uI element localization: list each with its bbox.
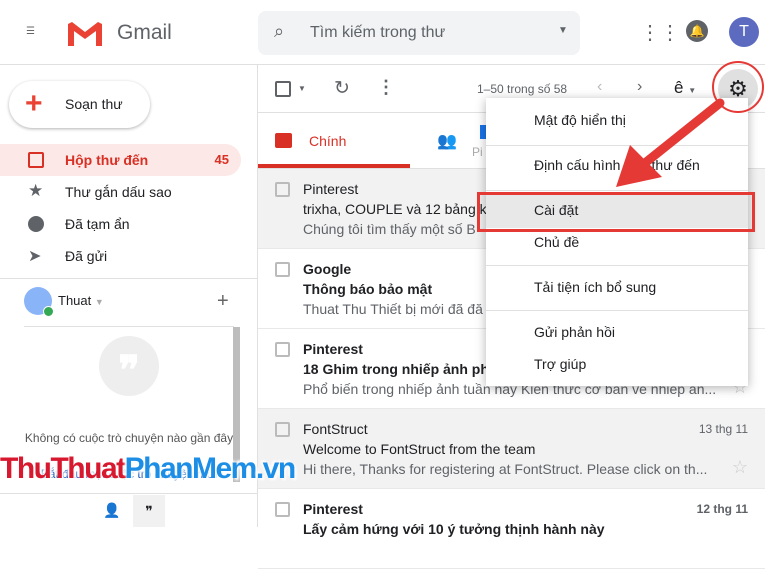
email-snippet: Thuat Thu Thiết bị mới đã đă bbox=[303, 301, 483, 317]
highlight-box bbox=[477, 192, 755, 232]
email-sender: Pinterest bbox=[303, 501, 363, 517]
next-page-icon[interactable]: › bbox=[637, 78, 642, 96]
search-options-icon[interactable]: ▼ bbox=[558, 25, 568, 36]
email-snippet: Chúng tôi tìm thấy một số B bbox=[303, 221, 476, 237]
email-sender: FontStruct bbox=[303, 421, 368, 437]
apps-icon[interactable]: ⋮⋮ bbox=[640, 20, 680, 45]
row-checkbox[interactable] bbox=[275, 262, 290, 277]
new-chat-plus-icon[interactable]: + bbox=[217, 290, 229, 313]
user-name: Thuat bbox=[58, 293, 92, 308]
email-sender: Pinterest bbox=[303, 181, 359, 197]
email-subject: Welcome to FontStruct from the team bbox=[303, 441, 536, 457]
menu-item-help[interactable]: Trợ giúp bbox=[486, 349, 748, 379]
hangouts-user[interactable]: Thuat ▼ bbox=[58, 293, 104, 308]
search-input[interactable]: ⌕ Tìm kiếm trong thư ▼ bbox=[258, 11, 580, 55]
sidebar-item-starred[interactable]: ★ Thư gắn dấu sao bbox=[0, 176, 241, 208]
pagination-text: 1–50 trong số 58 bbox=[477, 82, 568, 96]
row-checkbox[interactable] bbox=[275, 502, 290, 517]
hangouts-tab-icon[interactable]: ❞ bbox=[133, 495, 165, 527]
sidebar-item-label: Đã tạm ẩn bbox=[65, 216, 130, 232]
annotation-arrow bbox=[616, 98, 725, 187]
watermark-part: ThuThuat bbox=[0, 452, 126, 485]
watermark-part: .vn bbox=[255, 452, 296, 485]
search-icon: ⌕ bbox=[274, 21, 285, 41]
menu-item-send-feedback[interactable]: Gửi phản hồi bbox=[486, 317, 748, 347]
notifications-icon[interactable]: 🔔 bbox=[686, 20, 708, 42]
send-icon: ➤ bbox=[28, 248, 42, 265]
divider bbox=[486, 265, 748, 266]
email-snippet: Hi there, Thanks for registering at Font… bbox=[303, 461, 708, 477]
tab-primary[interactable]: Chính bbox=[258, 113, 410, 168]
tab-social[interactable]: 👥 Pi bbox=[430, 113, 486, 168]
search-placeholder: Tìm kiếm trong thư bbox=[310, 24, 446, 41]
more-options-icon[interactable]: ⋮ bbox=[377, 77, 395, 98]
inbox-tab-icon bbox=[275, 133, 292, 148]
email-row[interactable]: FontStruct Welcome to FontStruct from th… bbox=[258, 409, 765, 489]
compose-label: Soạn thư bbox=[65, 96, 123, 112]
email-date: 13 thg 11 bbox=[698, 422, 748, 436]
contacts-icon[interactable]: 👤 bbox=[103, 502, 120, 519]
email-subject: 18 Ghim trong nhiếp ảnh phổ bbox=[303, 361, 498, 377]
divider bbox=[0, 493, 257, 494]
email-subject: Thông báo bảo mật bbox=[303, 281, 433, 297]
compose-button[interactable]: + Soạn thư bbox=[9, 81, 150, 128]
email-row[interactable]: Pinterest Lấy cảm hứng với 10 ý tưởng th… bbox=[258, 489, 765, 569]
tab-label: Chính bbox=[309, 133, 347, 149]
watermark: ThuThuatPhanMem.vn bbox=[0, 452, 296, 486]
plus-icon: + bbox=[25, 87, 43, 120]
sidebar-item-snoozed[interactable]: Đã tạm ẩn bbox=[0, 208, 241, 240]
email-sender: Pinterest bbox=[303, 341, 363, 357]
row-checkbox[interactable] bbox=[275, 182, 290, 197]
sidebar-item-sent[interactable]: ➤ Đã gửi bbox=[0, 240, 241, 272]
sidebar-item-label: Đã gửi bbox=[65, 248, 108, 264]
row-checkbox[interactable] bbox=[275, 342, 290, 357]
tab-label: Pi bbox=[472, 145, 483, 159]
avatar[interactable]: T bbox=[729, 17, 759, 47]
select-dropdown-icon[interactable]: ▼ bbox=[298, 84, 306, 93]
divider bbox=[0, 278, 257, 279]
menu-item-get-addons[interactable]: Tải tiện ích bổ sung bbox=[486, 272, 748, 302]
email-sender: Google bbox=[303, 261, 352, 277]
watermark-part: PhanMem bbox=[124, 452, 258, 485]
app-name: Gmail bbox=[117, 21, 172, 44]
sidebar-item-inbox[interactable]: Hộp thư đến 45 bbox=[0, 144, 241, 176]
star-icon: ★ bbox=[28, 181, 44, 200]
email-subject: trixha, COUPLE và 12 bảng k bbox=[303, 201, 487, 217]
main-menu-icon[interactable]: ☰ bbox=[26, 26, 46, 37]
star-icon[interactable]: ☆ bbox=[732, 457, 748, 478]
sidebar-item-label: Hộp thư đến bbox=[65, 152, 149, 168]
sidebar-item-label: Thư gắn dấu sao bbox=[65, 184, 172, 200]
row-checkbox[interactable] bbox=[275, 422, 290, 437]
gmail-logo-icon[interactable] bbox=[66, 20, 104, 48]
email-date: 12 thg 11 bbox=[696, 502, 748, 516]
clock-icon bbox=[28, 216, 44, 232]
select-all-checkbox[interactable] bbox=[275, 81, 291, 97]
header: ☰ Gmail ⌕ Tìm kiếm trong thư ▼ ⋮⋮ 🔔 T bbox=[0, 0, 765, 65]
email-subject: Lấy cảm hứng với 10 ý tưởng thịnh hành n… bbox=[303, 521, 605, 537]
divider bbox=[486, 310, 748, 311]
people-icon: 👥 bbox=[437, 133, 457, 150]
divider bbox=[24, 326, 234, 327]
inbox-icon bbox=[28, 152, 44, 168]
hangouts-avatar[interactable] bbox=[24, 287, 54, 317]
prev-page-icon[interactable]: ‹ bbox=[597, 78, 602, 96]
inbox-count: 45 bbox=[214, 152, 229, 167]
refresh-icon[interactable]: ↻ bbox=[334, 77, 350, 100]
hangouts-bubble-icon: ❞ bbox=[99, 336, 159, 396]
hangouts-empty-text: Không có cuộc trò chuyện nào gần đây bbox=[24, 431, 234, 445]
